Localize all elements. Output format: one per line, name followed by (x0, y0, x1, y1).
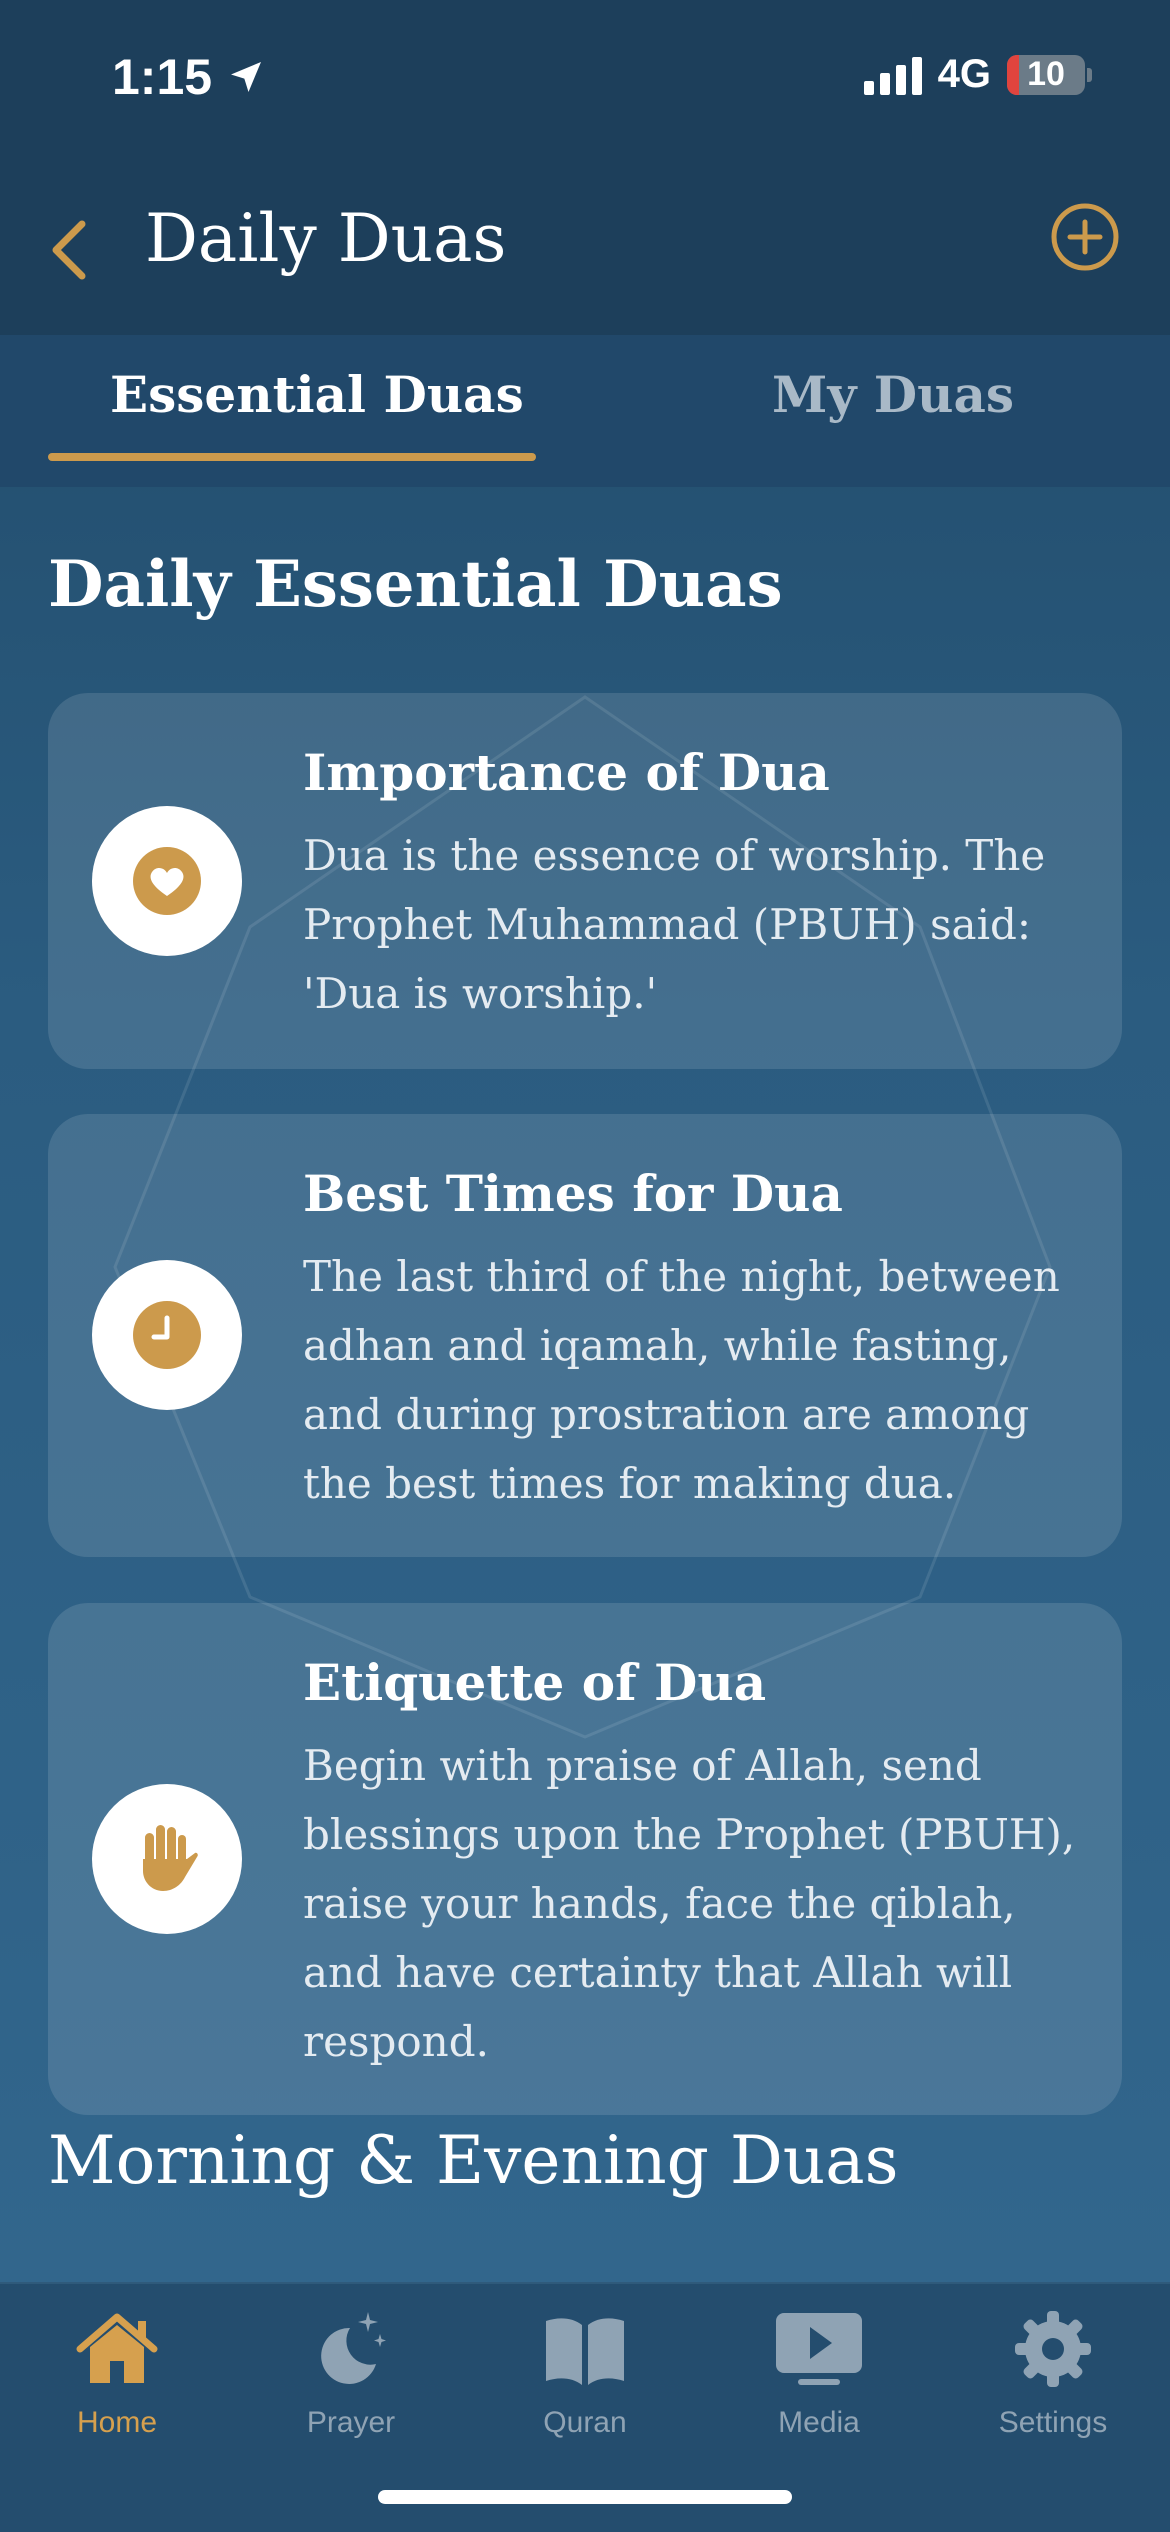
location-arrow-icon (231, 62, 262, 92)
home-indicator[interactable] (378, 2490, 792, 2504)
page-title: Daily Duas (145, 200, 507, 277)
section-title-morning-evening: Morning & Evening Duas (48, 2122, 899, 2199)
plus-circle-icon (1051, 203, 1119, 271)
tab-label: Quran (543, 2406, 627, 2439)
dua-card-etiquette[interactable]: Etiquette of Dua Begin with praise of Al… (48, 1603, 1122, 2115)
battery-level: 10 (1027, 55, 1065, 93)
nav-header: Daily Duas (0, 160, 1170, 335)
clock-icon (133, 1301, 201, 1369)
card-icon-badge (92, 1784, 242, 1934)
card-body: Dua is the essence of worship. The Proph… (303, 831, 1046, 1018)
add-dua-button[interactable] (1050, 202, 1120, 272)
tab-home[interactable]: Home (0, 2304, 234, 2440)
tab-label: Media (778, 2406, 860, 2439)
tab-settings[interactable]: Settings (936, 2304, 1170, 2440)
content-scroll[interactable]: Daily Essential Duas Importance of Dua D… (0, 487, 1170, 2282)
card-icon-badge (92, 806, 242, 956)
card-title: Importance of Dua (303, 743, 830, 802)
tab-quran[interactable]: Quran (468, 2304, 702, 2440)
tab-label: Prayer (306, 2406, 396, 2439)
card-title: Best Times for Dua (303, 1164, 843, 1223)
status-time: 1:15 (112, 48, 266, 106)
back-button[interactable] (42, 210, 102, 290)
cellular-signal-icon (863, 55, 922, 95)
status-indicators: 4G 10 (863, 52, 1092, 97)
dua-card-best-times[interactable]: Best Times for Dua The last third of the… (48, 1114, 1122, 1557)
segment-tabs: Essential Duas My Duas (0, 335, 1170, 487)
moon-stars-icon (321, 2312, 386, 2384)
card-body: Begin with praise of Allah, send blessin… (303, 1741, 1076, 2066)
book-icon (546, 2318, 624, 2385)
card-title: Etiquette of Dua (303, 1653, 767, 1712)
status-bar: 1:15 4G 10 (0, 0, 1170, 160)
gear-icon (1015, 2311, 1091, 2387)
hand-icon (143, 1825, 198, 1891)
tab-prayer[interactable]: Prayer (234, 2304, 468, 2440)
active-tab-indicator (48, 453, 536, 461)
tab-essential-duas[interactable]: Essential Duas (110, 365, 524, 424)
card-icon-badge (92, 1260, 242, 1410)
tab-label: Home (76, 2406, 158, 2439)
home-icon (76, 2313, 158, 2383)
tab-label: Settings (998, 2406, 1108, 2439)
heart-icon (133, 847, 201, 915)
play-screen-icon (776, 2313, 862, 2385)
battery-icon: 10 (1007, 54, 1085, 95)
dua-card-importance[interactable]: Importance of Dua Dua is the essence of … (48, 693, 1122, 1069)
card-body: The last third of the night, between adh… (303, 1252, 1060, 1508)
status-time-text: 1:15 (112, 49, 213, 105)
chevron-left-icon (52, 220, 86, 280)
tab-media[interactable]: Media (702, 2304, 936, 2440)
section-title: Daily Essential Duas (48, 547, 783, 622)
tab-my-duas[interactable]: My Duas (772, 365, 1014, 424)
network-label: 4G (937, 52, 991, 96)
